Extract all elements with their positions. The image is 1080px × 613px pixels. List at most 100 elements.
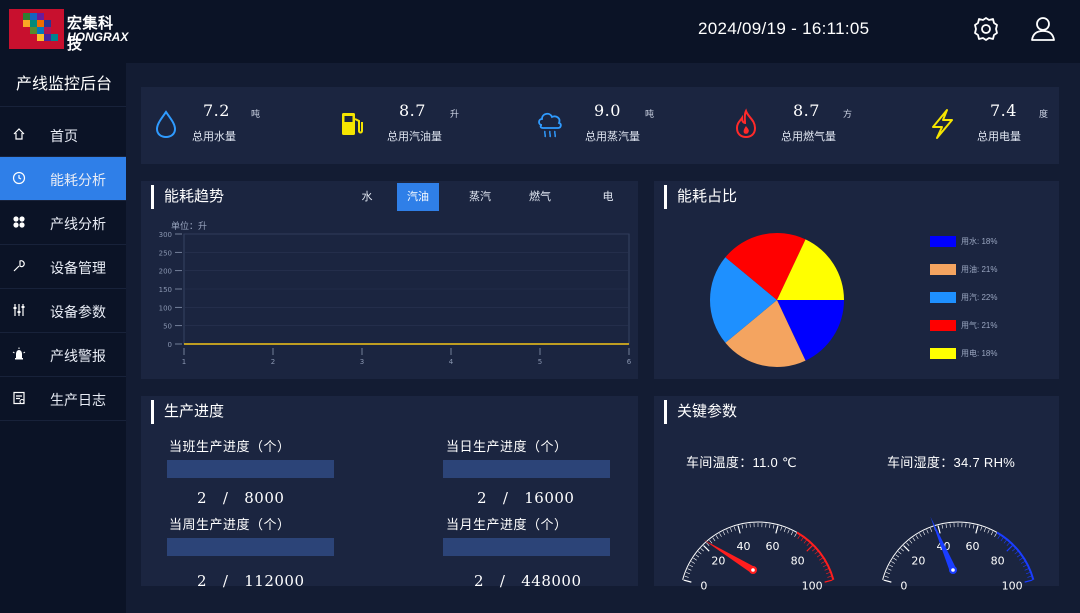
sidebar-item-label: 产线警报 [50,348,106,364]
shift-progress-value: 2 / 8000 [197,489,285,507]
alarm-icon [12,347,26,360]
steam-cloud-icon [538,112,562,138]
sidebar-item-device-params[interactable]: 设备参数 [0,289,126,333]
sidebar-item-label: 设备参数 [50,304,106,320]
day-progress-bar [443,460,610,478]
shift-progress-bar [167,460,334,478]
gauge-tick [983,528,986,532]
gauge-tick [722,531,726,536]
y-tick-label: 250 [159,249,172,257]
top-bar: 宏集科技 HONGRAX 2024/09/19 - 16:11:05 [0,0,1080,63]
sidebar-item-energy-analysis[interactable]: 能耗分析 [0,157,126,201]
sidebar-item-label: 能耗分析 [50,172,106,188]
kpi-name: 总用电量 [977,131,1021,143]
gauge-tick [941,524,944,529]
y-tick-label: 100 [159,304,172,312]
gauge-tick [906,542,910,546]
gauge-tick [1024,568,1029,571]
gauge-tick [741,524,744,529]
day-progress-label: 当日生产进度（个） [446,439,568,454]
x-tick-label: 2 [271,358,275,366]
gear-icon[interactable] [971,14,1001,44]
gauge-tick-label: 0 [900,580,907,590]
gauge-tick-label: 0 [700,580,707,590]
gauge-tick [712,537,716,542]
fuel-pump-icon [342,113,363,135]
gauge-tick [919,533,922,537]
legend-swatch [930,236,956,247]
gauge-tick [1006,545,1013,552]
panel-title: 关键参数 [664,400,737,424]
x-tick-label: 4 [449,358,454,366]
gauge-tick [994,533,997,537]
sidebar-item-device-management[interactable]: 设备管理 [0,245,126,289]
kpi-unit: 方 [843,109,853,119]
sidebar-item-production-log[interactable]: 生产日志 [0,377,126,421]
gauge-tick-label: 60 [965,540,979,553]
kpi-value: 8.7 [793,101,820,120]
gauge-tick [886,572,890,575]
gauge-tick [1019,557,1023,561]
humidity-gauge: 020406080100 [882,516,1035,590]
gauge-tick [816,554,821,558]
gauge-tick [1000,537,1004,542]
sidebar-item-home[interactable]: 首页 [0,113,126,157]
tab-steam[interactable]: 蒸汽 [459,183,501,211]
tab-gas[interactable]: 燃气 [519,183,561,211]
tab-electricity[interactable]: 电 [587,183,629,211]
company-name-en: HONGRAX [67,30,129,44]
gauge-tick [772,524,775,529]
gauge-tick [1021,561,1025,564]
gauge-tick [897,551,902,555]
gauge-tick [937,525,941,534]
workshop-temperature: 车间温度：11.0 ℃ [686,455,797,470]
gauge-tick [903,545,910,552]
y-tick-label: 150 [159,286,172,294]
gauge-tick [803,539,807,544]
gauge-tick [900,548,904,552]
legend-swatch [930,264,956,275]
kpi-gas: 8.7 方 总用燃气量 [693,87,877,160]
gauge-tick [684,575,689,578]
month-progress-label: 当月生产进度（个） [446,517,568,532]
log-icon [13,391,25,405]
gauge-tick [891,561,895,564]
sidebar-item-line-alarm[interactable]: 产线警报 [0,333,126,377]
y-tick-label: 0 [168,341,172,349]
gauge-tick-label: 60 [765,540,779,553]
y-tick-label: 50 [163,323,172,331]
gauge-tick [700,548,704,552]
month-progress-value: 2 / 448000 [474,572,582,590]
gauge-tick-label: 100 [1002,580,1023,590]
sidebar-item-line-analysis[interactable]: 产线分析 [0,201,126,245]
company-logo: 宏集科技 HONGRAX [9,9,128,53]
kpi-name: 总用蒸汽量 [585,131,640,143]
legend-swatch [930,320,956,331]
gauge-tick [883,579,892,583]
kpi-unit: 升 [450,109,460,119]
legend-label: 用水: 18% [961,237,998,246]
kpi-value: 9.0 [594,101,621,120]
tab-gasoline[interactable]: 汽油 [397,183,439,211]
gauge-tick [726,529,729,534]
sidebar-item-label: 首页 [50,128,78,144]
home-icon [13,128,25,140]
gauge-tick [812,548,816,552]
legend-swatch [930,292,956,303]
sidebar-title: 产线监控后台 [0,63,126,107]
kpi-gasoline: 8.7 升 总用汽油量 [325,87,509,160]
gauge-tick [806,545,813,552]
user-icon[interactable] [1028,14,1058,44]
gauge-tick [821,561,825,564]
gauge-tick-label: 100 [802,580,823,590]
gauge-tick [709,539,713,544]
legend-label: 用油: 21% [961,265,998,274]
tab-water[interactable]: 水 [346,183,388,211]
sidebar-item-label: 生产日志 [50,392,106,408]
gauge-tick [1024,579,1033,583]
gauge-tick [990,531,994,536]
energy-ratio-pie [710,233,844,367]
gauge-tick [827,575,832,578]
gauge-tick-label: 80 [991,554,1005,567]
gauge-tick [806,542,810,546]
